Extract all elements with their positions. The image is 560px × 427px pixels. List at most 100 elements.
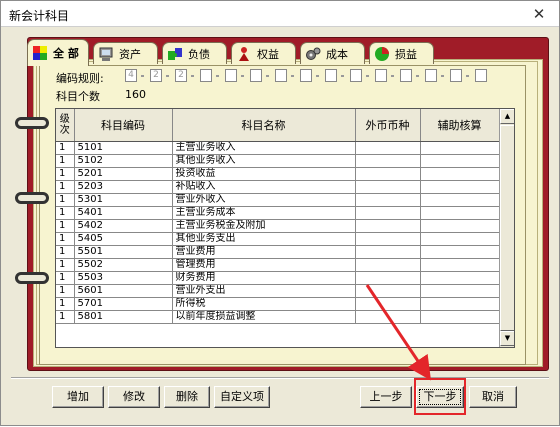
scroll-thumb[interactable] (500, 125, 514, 331)
currency-cell (355, 206, 421, 220)
tab-all[interactable]: 全 部 (27, 39, 89, 66)
table-row[interactable]: 1 5201 投资收益 (56, 167, 500, 181)
currency-cell (355, 271, 421, 285)
code-separator (216, 75, 219, 77)
name-cell: 投资收益 (172, 167, 356, 181)
delete-button[interactable]: 删除 (164, 386, 210, 408)
code-separator (341, 75, 344, 77)
code-rule-field[interactable] (200, 69, 212, 82)
code-rule-field[interactable] (325, 69, 337, 82)
auxiliary-cell (420, 297, 500, 311)
vertical-scrollbar[interactable]: ▲ ▼ (499, 109, 514, 347)
code-separator (291, 75, 294, 77)
code-rule-field[interactable] (475, 69, 487, 82)
name-cell: 其他业务支出 (172, 232, 356, 246)
tab-label: 负债 (188, 47, 210, 61)
tab-label: 全 部 (53, 47, 79, 60)
pie-chart-icon (375, 46, 389, 61)
table-row[interactable]: 1 5801 以前年度损益调整 (56, 310, 500, 324)
subject-count-label: 科目个数 (56, 90, 100, 103)
table-row[interactable]: 1 5503 财务费用 (56, 271, 500, 285)
currency-cell (355, 167, 421, 181)
code-separator (316, 75, 319, 77)
name-cell: 以前年度损益调整 (172, 310, 356, 324)
level-cell: 1 (56, 141, 75, 155)
auxiliary-cell (420, 219, 500, 233)
name-cell: 主营业务收入 (172, 141, 356, 155)
code-rule-field[interactable] (275, 69, 287, 82)
code-separator (141, 75, 144, 77)
table-row[interactable]: 1 5601 营业外支出 (56, 284, 500, 298)
subject-count-value: 160 (125, 88, 146, 101)
code-rule-label: 编码规则: (56, 72, 104, 85)
code-rule-field[interactable]: 2 (175, 69, 187, 82)
close-icon[interactable]: ✕ (529, 4, 549, 24)
currency-cell (355, 232, 421, 246)
auxiliary-cell (420, 180, 500, 194)
code-separator (366, 75, 369, 77)
level-cell: 1 (56, 310, 75, 324)
table-row[interactable]: 1 5402 主营业务税金及附加 (56, 219, 500, 233)
subject-table[interactable]: 级次 科目编码 科目名称 外币币种 辅助核算 1 5101 主营业务收入 1 5102 其… (55, 108, 515, 348)
code-separator (391, 75, 394, 77)
auxiliary-cell (420, 193, 500, 207)
level-cell: 1 (56, 258, 75, 272)
table-row[interactable]: 1 5203 补贴收入 (56, 180, 500, 194)
code-cell: 5402 (74, 219, 173, 233)
auxiliary-cell (420, 271, 500, 285)
level-cell: 1 (56, 206, 75, 220)
code-cell: 5201 (74, 167, 173, 181)
cancel-button[interactable]: 取消 (469, 386, 517, 408)
table-row[interactable]: 1 5101 主营业务收入 (56, 141, 500, 155)
col-header-name[interactable]: 科目名称 (172, 109, 356, 142)
tab-equity[interactable]: 权益 (231, 42, 296, 64)
code-separator (441, 75, 444, 77)
tab-liabilities[interactable]: 负债 (162, 42, 227, 64)
code-rule-field[interactable] (300, 69, 312, 82)
binder-ring (15, 192, 49, 204)
code-rule-field[interactable] (250, 69, 262, 82)
auxiliary-cell (420, 310, 500, 324)
level-cell: 1 (56, 297, 75, 311)
code-cell: 5503 (74, 271, 173, 285)
col-header-level[interactable]: 级次 (56, 109, 75, 142)
table-row[interactable]: 1 5405 其他业务支出 (56, 232, 500, 246)
level-cell: 1 (56, 232, 75, 246)
col-header-currency[interactable]: 外币币种 (355, 109, 421, 142)
col-header-code[interactable]: 科目编码 (74, 109, 173, 142)
code-rule-field[interactable] (225, 69, 237, 82)
binder-ring (15, 117, 49, 129)
table-row[interactable]: 1 5301 营业外收入 (56, 193, 500, 207)
code-rule-field[interactable] (425, 69, 437, 82)
code-rule-field[interactable] (350, 69, 362, 82)
tab-profit-loss[interactable]: 损益 (369, 42, 434, 64)
table-row[interactable]: 1 5102 其他业务收入 (56, 154, 500, 168)
custom-fields-button[interactable]: 自定义项 (214, 386, 270, 408)
col-header-auxiliary[interactable]: 辅助核算 (420, 109, 500, 142)
tab-label: 资产 (119, 47, 141, 61)
code-rule-field[interactable]: 2 (150, 69, 162, 82)
table-row[interactable]: 1 5502 管理费用 (56, 258, 500, 272)
code-rule-field[interactable] (450, 69, 462, 82)
add-button[interactable]: 增加 (52, 386, 104, 408)
puzzle-icon (168, 47, 182, 60)
table-row[interactable]: 1 5701 所得税 (56, 297, 500, 311)
tab-cost[interactable]: 成本 (300, 42, 365, 64)
notebook-frame: 编码规则: 422 科目个数 160 级次 科目编码 科目名称 外币币种 辅助核… (9, 29, 551, 373)
scroll-down-icon[interactable]: ▼ (500, 331, 514, 346)
person-icon (239, 46, 249, 61)
code-cell: 5405 (74, 232, 173, 246)
tab-assets[interactable]: 资产 (93, 42, 158, 64)
table-row[interactable]: 1 5401 主营业务成本 (56, 206, 500, 220)
table-row[interactable]: 1 5501 营业费用 (56, 245, 500, 259)
level-cell: 1 (56, 193, 75, 207)
name-cell: 其他业务收入 (172, 154, 356, 168)
code-rule-field[interactable] (375, 69, 387, 82)
edit-button[interactable]: 修改 (108, 386, 160, 408)
title-bar: 新会计科目 ✕ (1, 1, 559, 27)
currency-cell (355, 245, 421, 259)
code-rule-field[interactable]: 4 (125, 69, 137, 82)
scroll-up-icon[interactable]: ▲ (500, 109, 514, 124)
code-rule-field[interactable] (400, 69, 412, 82)
previous-step-button[interactable]: 上一步 (360, 386, 412, 408)
